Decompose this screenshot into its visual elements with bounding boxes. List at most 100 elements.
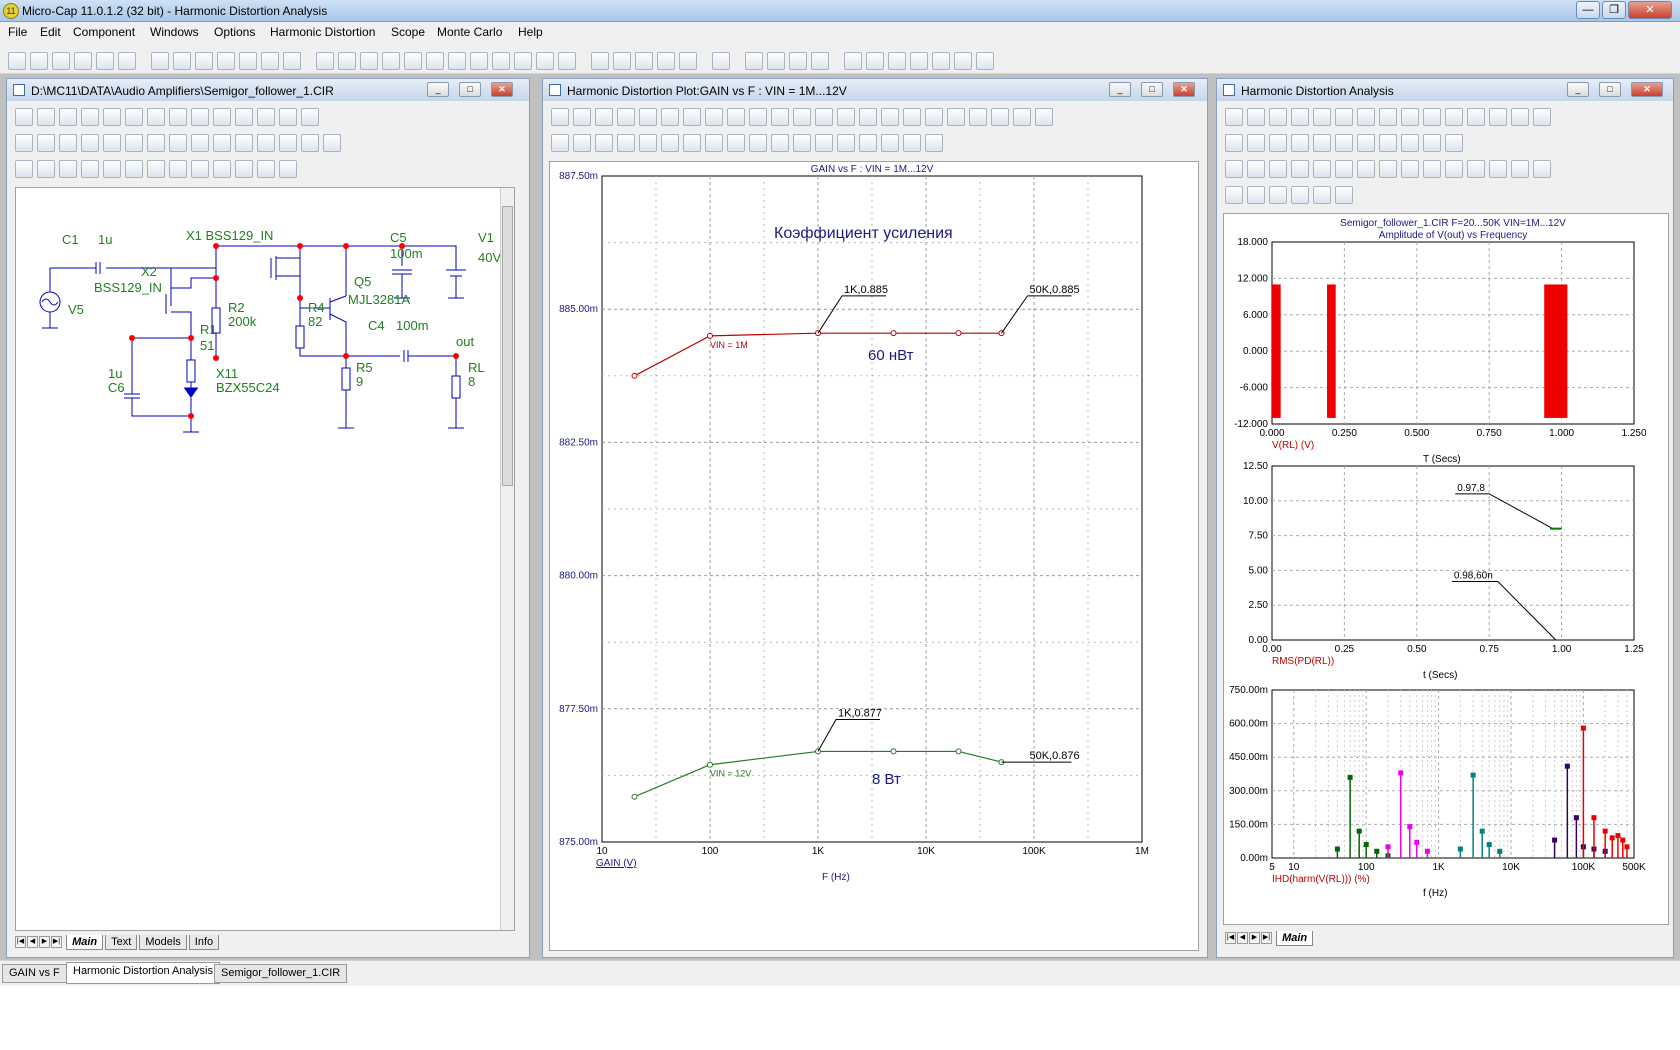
gain-plot-canvas[interactable]: 10 100 1K 10K 100K 1M 887.50m 885.00m 882.50m 880… xyxy=(549,161,1199,951)
schematic-vertical-scrollbar[interactable] xyxy=(500,188,514,930)
flag-icon[interactable] xyxy=(235,108,253,126)
remove-icon[interactable] xyxy=(103,160,121,178)
hda-slope-icon[interactable] xyxy=(1357,108,1375,126)
plot-global-high-icon[interactable] xyxy=(705,134,723,152)
hda-peak-icon[interactable] xyxy=(1269,160,1287,178)
hda-page-icon[interactable] xyxy=(1489,160,1507,178)
package-editor-icon[interactable] xyxy=(789,52,807,70)
window-tab-hda[interactable]: Harmonic Distortion Analysis xyxy=(66,962,220,984)
check-icon[interactable] xyxy=(910,52,928,70)
plot-inflection-icon[interactable] xyxy=(683,134,701,152)
schematic-canvas[interactable]: C1 1u X1 BSS129_IN X2 BSS129_IN C5 100m … xyxy=(15,187,515,931)
power-icon[interactable] xyxy=(81,134,99,152)
resistor-icon[interactable] xyxy=(338,52,356,70)
plot-fit2-icon[interactable] xyxy=(771,134,789,152)
hda-font-icon[interactable] xyxy=(1291,186,1309,204)
hda-zoom-box-icon[interactable] xyxy=(1291,108,1309,126)
plot-magnify-icon[interactable] xyxy=(793,134,811,152)
hda-scale-icon[interactable] xyxy=(1247,108,1265,126)
plot-minor-grid-icon[interactable] xyxy=(573,134,591,152)
tools-icon[interactable] xyxy=(932,52,950,70)
next-tab-icon[interactable]: ▶ xyxy=(39,936,50,949)
hda-columns-icon[interactable] xyxy=(1269,134,1287,152)
hda-fit2-icon[interactable] xyxy=(1533,160,1551,178)
conditions-icon[interactable] xyxy=(103,134,121,152)
node-voltages-icon[interactable] xyxy=(37,134,55,152)
plot-formula-icon[interactable] xyxy=(727,108,745,126)
hda-graph-icon[interactable] xyxy=(1269,108,1287,126)
window2-icon[interactable] xyxy=(679,52,697,70)
grid-icon[interactable] xyxy=(279,108,297,126)
menu-monte-carlo[interactable]: Monte Carlo xyxy=(437,25,502,39)
hda-formula-icon[interactable] xyxy=(1379,108,1397,126)
hda-magnify-icon[interactable] xyxy=(1225,186,1243,204)
window-icon[interactable] xyxy=(657,52,675,70)
plot-shrink-icon[interactable] xyxy=(815,134,833,152)
macro-icon[interactable] xyxy=(492,52,510,70)
hda-tab-main[interactable]: Main xyxy=(1276,931,1314,946)
info-icon[interactable] xyxy=(191,108,209,126)
plot-rows-icon[interactable] xyxy=(925,108,943,126)
tab-models[interactable]: Models xyxy=(139,935,187,950)
menu-edit[interactable]: Edit xyxy=(40,25,61,39)
wire-mode-icon[interactable] xyxy=(37,108,55,126)
menu-file[interactable]: File xyxy=(8,25,27,39)
plot-scale-icon[interactable] xyxy=(573,108,591,126)
globe-icon[interactable] xyxy=(811,52,829,70)
prev-tab-icon[interactable]: ◀ xyxy=(27,936,38,949)
plot-grid-icon[interactable] xyxy=(551,134,569,152)
text-mode-icon[interactable] xyxy=(59,108,77,126)
hda-global-low-icon[interactable] xyxy=(1401,160,1419,178)
window-tab-gain-vs-f[interactable]: GAIN vs F xyxy=(2,964,67,983)
plot-low-icon[interactable] xyxy=(661,134,679,152)
plot-paste-icon[interactable] xyxy=(925,134,943,152)
plot-columns2-icon[interactable] xyxy=(903,108,921,126)
warning-icon[interactable] xyxy=(169,134,187,152)
save-icon[interactable] xyxy=(52,52,70,70)
plot-text-icon[interactable] xyxy=(749,108,767,126)
plot-close-button[interactable]: ✕ xyxy=(1173,82,1195,97)
hda-grid-icon[interactable] xyxy=(1225,160,1243,178)
plot-peak-cursor-icon[interactable] xyxy=(595,134,613,152)
probe-icon[interactable] xyxy=(558,52,576,70)
close-button[interactable]: ✕ xyxy=(1628,1,1672,19)
hda-last-tab-icon[interactable]: ▶| xyxy=(1261,932,1272,945)
tile-vertical-icon[interactable] xyxy=(613,52,631,70)
cross-probe-icon[interactable] xyxy=(257,134,275,152)
hda-rows-icon[interactable] xyxy=(1313,134,1331,152)
plot-tag2-icon[interactable] xyxy=(815,108,833,126)
plot-maximize-button[interactable]: □ xyxy=(1141,82,1163,97)
redo-icon[interactable] xyxy=(173,52,191,70)
plot-peak-icon[interactable] xyxy=(705,108,723,126)
save-all-icon[interactable] xyxy=(74,52,92,70)
schematic-maximize-button[interactable]: □ xyxy=(459,82,481,97)
hda-properties-icon[interactable] xyxy=(1423,108,1441,126)
hda-zoom-fit-icon[interactable] xyxy=(1401,134,1419,152)
hda-zoom-in-icon[interactable] xyxy=(1357,134,1375,152)
last-tab-icon[interactable]: ▶| xyxy=(51,936,62,949)
component-editor-icon[interactable] xyxy=(745,52,763,70)
plot-high-icon[interactable] xyxy=(639,134,657,152)
hda-canvas[interactable]: Semigor_follower_1.CIR F=20...50K VIN=1M… xyxy=(1223,213,1669,925)
new-file-icon[interactable] xyxy=(8,52,26,70)
select-mode-icon[interactable] xyxy=(15,108,33,126)
battery-icon[interactable] xyxy=(514,52,532,70)
mirror-icon[interactable] xyxy=(301,134,319,152)
font-icon[interactable] xyxy=(279,160,297,178)
plot-slope-icon[interactable] xyxy=(683,108,701,126)
cut-icon[interactable] xyxy=(195,52,213,70)
tab-main[interactable]: Main xyxy=(66,935,104,950)
npn-icon[interactable] xyxy=(426,52,444,70)
menu-options[interactable]: Options xyxy=(214,25,255,39)
print-icon[interactable] xyxy=(118,52,136,70)
plot-cursor-icon[interactable] xyxy=(661,108,679,126)
menu-scope[interactable]: Scope xyxy=(391,25,425,39)
plot-zoom-box-icon[interactable] xyxy=(617,108,635,126)
hda-run-icon[interactable] xyxy=(1445,108,1463,126)
hda-list-icon[interactable] xyxy=(1467,160,1485,178)
diode-icon[interactable] xyxy=(404,52,422,70)
page-icon[interactable] xyxy=(257,108,275,126)
hda-cursor-icon[interactable] xyxy=(1335,108,1353,126)
hda-check-icon[interactable] xyxy=(1445,134,1463,152)
hda-maximize-button[interactable]: □ xyxy=(1599,82,1621,97)
